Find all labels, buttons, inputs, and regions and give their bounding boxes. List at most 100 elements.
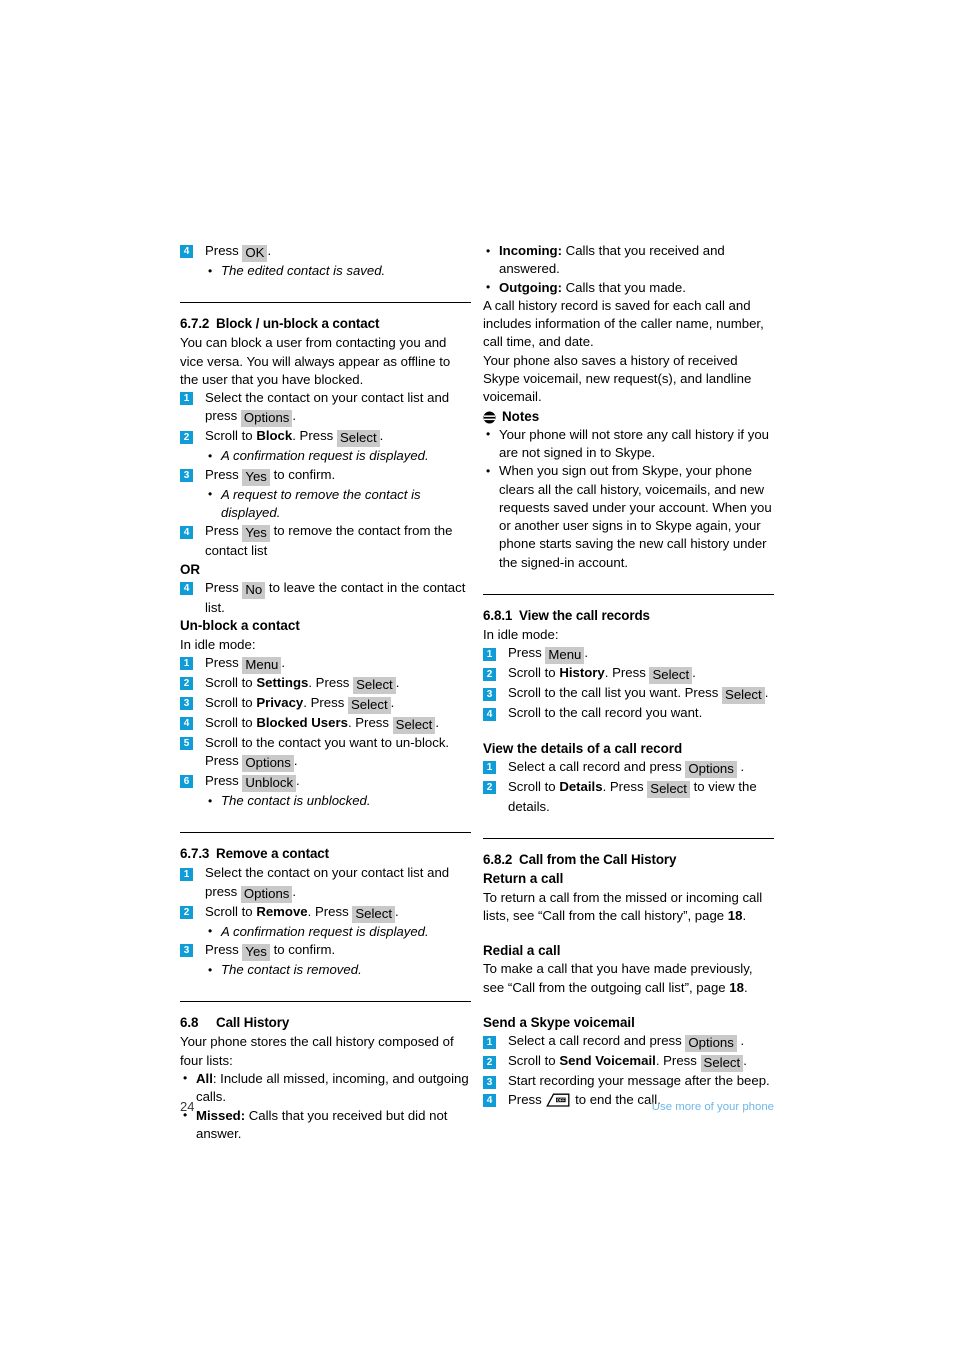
step-menu-name: History xyxy=(559,665,605,681)
softkey-label: Options xyxy=(240,885,293,903)
step-badge: 5 xyxy=(180,737,193,751)
step-item: 6 Press Unblock. xyxy=(180,772,471,793)
softkey-label: Select xyxy=(352,905,395,923)
softkey-label: Options xyxy=(685,1035,737,1053)
page-ref: 18 xyxy=(729,979,744,995)
softkey-label: Options xyxy=(685,760,737,778)
step-text: Scroll to xyxy=(205,714,253,730)
step-text-after: . xyxy=(292,408,297,424)
paragraph: A call history record is saved for each … xyxy=(483,297,764,350)
step-menu-name: Privacy xyxy=(256,694,304,710)
step-badge: 3 xyxy=(180,944,193,958)
step-mid: . Press xyxy=(307,903,349,919)
step-mid: . Press xyxy=(292,428,334,444)
step-menu-name: Blocked Users xyxy=(256,714,348,730)
step-item: 3 Start recording your message after the… xyxy=(483,1072,774,1090)
step-menu-name: Settings xyxy=(256,674,309,690)
step-text: Press xyxy=(205,579,239,595)
step-text: Press xyxy=(508,1091,542,1107)
step-note: A request to remove the contact is displ… xyxy=(180,485,471,523)
step-text-after: . xyxy=(584,645,589,661)
step-text: Scroll to xyxy=(205,428,253,444)
step-text: Press xyxy=(205,243,239,258)
softkey-label: Select xyxy=(647,780,690,798)
step-text: Scroll to xyxy=(508,1053,556,1069)
step-badge: 1 xyxy=(483,1035,496,1049)
list-item: All: Include all missed, incoming, and o… xyxy=(180,1069,471,1107)
notes-heading: Notes xyxy=(483,407,774,426)
section-title: Call from the Call History xyxy=(519,852,677,868)
section-number: 6.8.2 xyxy=(483,852,513,868)
step-item: 1 Press Menu. xyxy=(180,654,471,674)
step-note: The edited contact is saved. xyxy=(180,261,471,280)
bullet-term: Outgoing: xyxy=(499,279,562,295)
step-mid: . Press xyxy=(308,674,350,690)
section-title: Block / un-block a contact xyxy=(216,316,380,332)
bullet-term: Incoming: xyxy=(499,243,563,258)
softkey-label: Options xyxy=(240,410,293,428)
softkey-label: Menu xyxy=(545,647,585,665)
step-text-after: . xyxy=(267,243,272,258)
step-item: 2 Scroll to Send Voicemail. Press Select… xyxy=(483,1052,774,1073)
step-text: Select a call record and press xyxy=(508,758,682,774)
idle-mode-text: In idle mode: xyxy=(483,627,559,643)
bullet-text: : Include all missed, incoming, and outg… xyxy=(196,1070,469,1105)
step-item: 5 Scroll to the contact you want to un-b… xyxy=(180,734,471,773)
softkey-label: Select xyxy=(392,716,436,734)
step-badge: 1 xyxy=(180,392,193,406)
list-item: Outgoing: Calls that you made. xyxy=(483,278,774,297)
step-text-after: . xyxy=(395,674,400,690)
step-item: 4 Press Yes to remove the contact from t… xyxy=(180,522,471,560)
paragraph-text: To return a call from the missed or inco… xyxy=(483,889,763,923)
section-title: Call History xyxy=(216,1015,290,1031)
step-text-after: . xyxy=(379,428,384,444)
step-note: A confirmation request is displayed. xyxy=(180,447,471,466)
step-item: 2 Scroll to Details. Press Select to vie… xyxy=(483,778,774,816)
step-mid: . Press xyxy=(604,665,646,681)
step-text-after: . xyxy=(743,1053,747,1069)
step-badge: 1 xyxy=(180,657,193,671)
svg-text:OFF: OFF xyxy=(557,1097,566,1102)
step-item: 2 Scroll to Block. Press Select. xyxy=(180,427,471,448)
step-text-after: to end the call. xyxy=(575,1091,661,1107)
subheading-view-details: View the details of a call record xyxy=(483,740,683,756)
step-text-after: to confirm. xyxy=(273,466,336,482)
step-mid: . Press xyxy=(303,694,345,710)
step-text-after: . xyxy=(692,665,696,681)
step-text: Scroll to xyxy=(205,674,253,690)
softkey-label: OK xyxy=(242,245,268,262)
step-item: 1 Select the contact on your contact lis… xyxy=(180,864,471,903)
softkey-label: Unblock xyxy=(242,775,297,793)
manual-page: 4 Press OK. The edited contact is saved.… xyxy=(0,0,954,1351)
idle-mode-text: In idle mode: xyxy=(180,636,256,652)
step-badge: 4 xyxy=(180,245,193,259)
step-item: 4 Press OK. xyxy=(180,242,471,262)
step-badge: 4 xyxy=(483,1093,496,1107)
paragraph: Your phone also saves a history of recei… xyxy=(483,352,752,405)
step-text-after: . xyxy=(281,654,286,670)
section-intro: You can block a user from contacting you… xyxy=(180,335,451,387)
bullet-term: All xyxy=(196,1070,213,1086)
step-badge: 4 xyxy=(180,717,193,731)
step-text-after: . xyxy=(296,773,300,789)
step-item: 3 Scroll to the call list you want. Pres… xyxy=(483,684,774,705)
step-badge: 1 xyxy=(483,647,496,661)
step-badge: 3 xyxy=(483,687,496,701)
paragraph: To make a call that you have made previo… xyxy=(483,960,774,997)
footer-section-label: Use more of your phone xyxy=(651,1101,774,1113)
step-badge: 2 xyxy=(180,905,193,919)
step-item: 3 Press Yes to confirm. xyxy=(180,941,471,962)
subheading-return-call: Return a call xyxy=(483,871,564,887)
step-text: Press xyxy=(205,942,239,958)
section-heading-68: 6.8 Call History xyxy=(180,1014,471,1032)
section-title: Remove a contact xyxy=(216,846,330,862)
softkey-label: Yes xyxy=(242,468,270,486)
step-note: A confirmation request is displayed. xyxy=(180,922,471,941)
step-text: Press xyxy=(205,523,239,539)
softkey-label: Select xyxy=(347,696,391,714)
